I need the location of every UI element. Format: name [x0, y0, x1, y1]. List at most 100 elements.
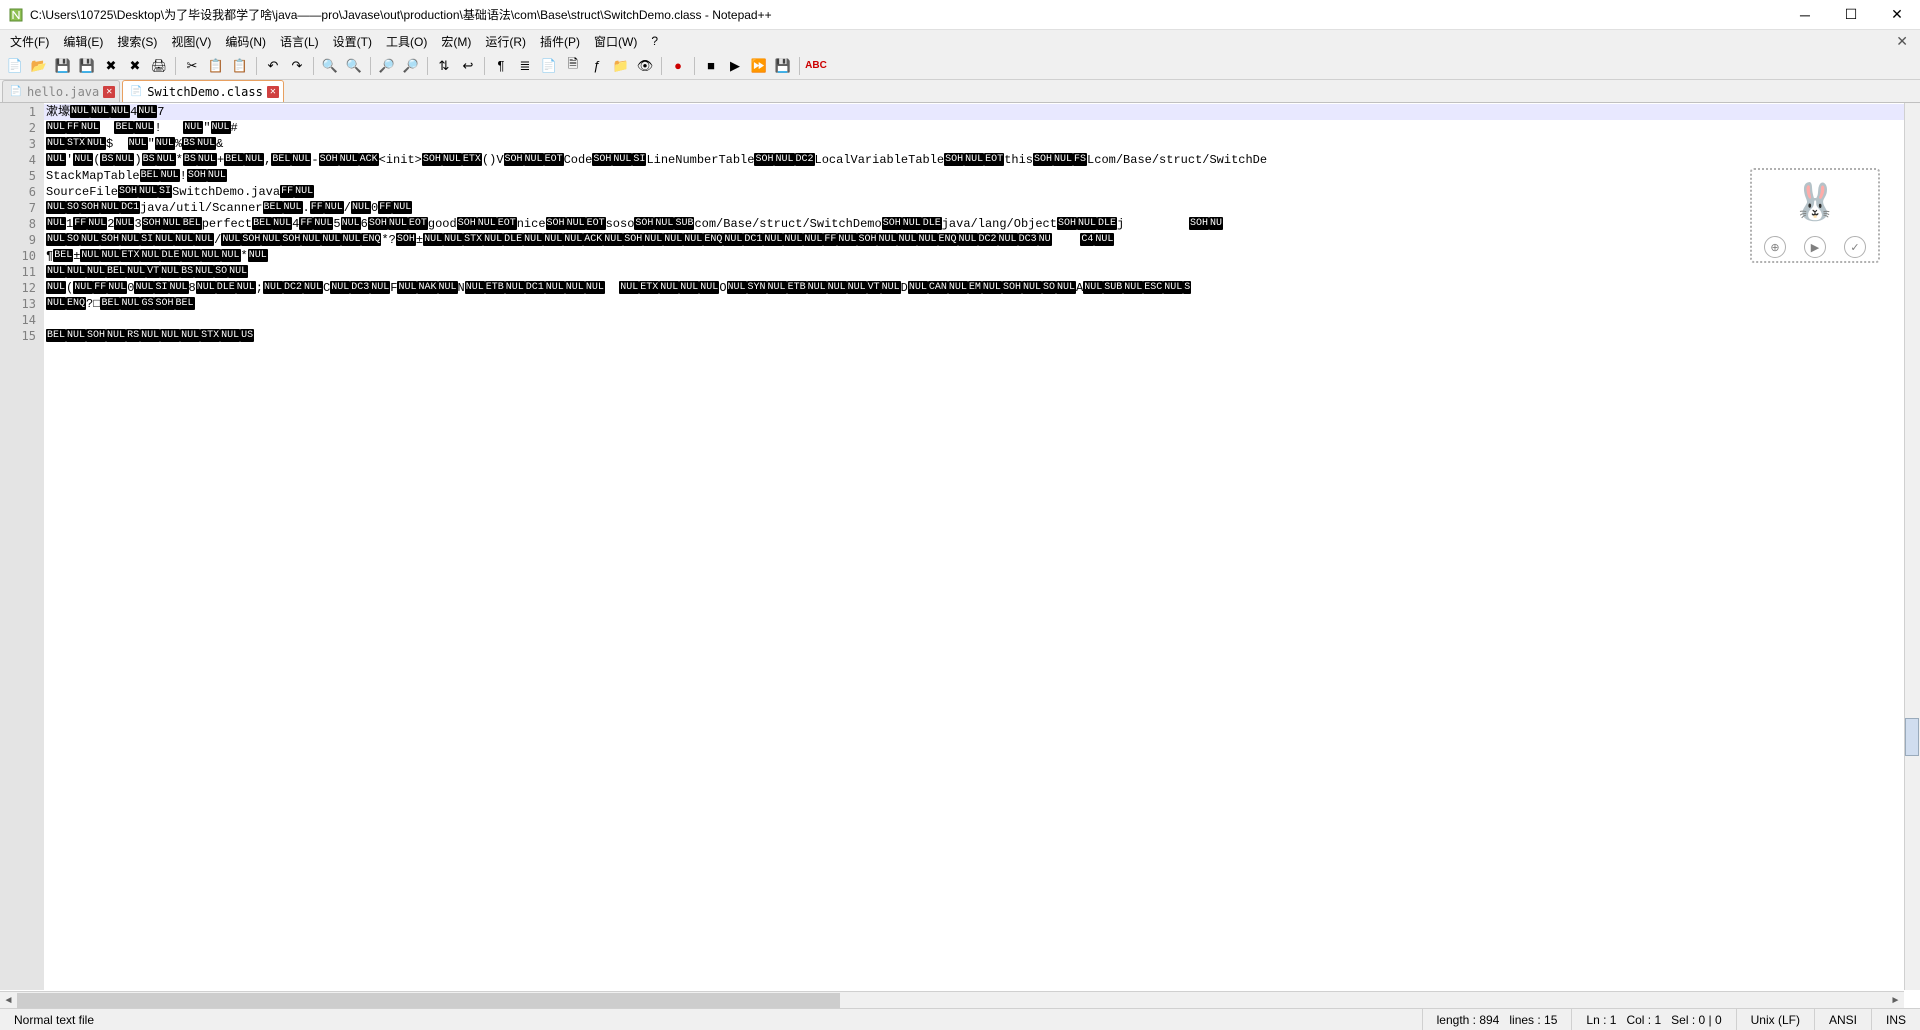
menu-item[interactable]: 语言(L) [274, 31, 325, 52]
menu-item[interactable]: 插件(P) [534, 31, 586, 52]
widget-target-icon[interactable]: ⊕ [1764, 236, 1786, 258]
menubar-close-icon[interactable]: ✕ [1888, 33, 1916, 50]
menu-item[interactable]: 文件(F) [4, 31, 55, 52]
toolbar-separator [256, 57, 257, 75]
menu-item[interactable]: 窗口(W) [588, 31, 643, 52]
find-icon[interactable]: 🔍 [319, 55, 341, 77]
code-line: NUL1FFNUL2NUL3SOHNULBELperfectBELNUL4FFN… [44, 216, 1920, 232]
code-line: NULENQ?□BELNULGSSOHBEL [44, 296, 1920, 312]
widget-play-icon[interactable]: ▶ [1804, 236, 1826, 258]
code-line: NULSONULSOHNULSINULNULNUL/NULSOHNULSOHNU… [44, 232, 1920, 248]
toolbar-separator [175, 57, 176, 75]
close-button[interactable]: ✕ [1874, 0, 1920, 30]
status-filetype: Normal text file [0, 1009, 1422, 1030]
toolbar-separator [370, 57, 371, 75]
zoom-in-icon[interactable]: 🔎 [376, 55, 398, 77]
menu-item[interactable]: ? [645, 32, 664, 50]
code-line: NULFFNUL BELNUL! NUL"NUL# [44, 120, 1920, 136]
cut-icon[interactable]: ✂ [181, 55, 203, 77]
hscroll-thumb[interactable] [17, 993, 840, 1008]
code-line [44, 312, 1920, 328]
save-macro-icon[interactable]: 💾 [772, 55, 794, 77]
spellcheck-icon[interactable]: ABC [805, 55, 827, 77]
menu-item[interactable]: 宏(M) [435, 31, 477, 52]
folder-icon[interactable]: 📁 [610, 55, 632, 77]
open-file-icon[interactable]: 📂 [28, 55, 50, 77]
toolbar-separator [427, 57, 428, 75]
vertical-scrollbar[interactable] [1904, 103, 1920, 990]
copy-icon[interactable]: 📋 [205, 55, 227, 77]
doc-map-icon[interactable]: 🗎 [562, 55, 584, 77]
stop-macro-icon[interactable]: ■ [700, 55, 722, 77]
hscroll-track[interactable] [17, 992, 1887, 1009]
code-line: BELNULSOHNULRSNULNULNULSTXNULUS [44, 328, 1920, 344]
statusbar: Normal text file length : 894 lines : 15… [0, 1008, 1920, 1030]
wordwrap-icon[interactable]: ↩ [457, 55, 479, 77]
code-line: StackMapTableBELNUL!SOHNUL [44, 168, 1920, 184]
monitor-icon[interactable]: 👁 [634, 55, 656, 77]
redo-icon[interactable]: ↷ [286, 55, 308, 77]
menubar: 文件(F)编辑(E)搜索(S)视图(V)编码(N)语言(L)设置(T)工具(O)… [0, 30, 1920, 52]
tab-label: hello.java [27, 85, 99, 99]
menu-item[interactable]: 设置(T) [327, 31, 378, 52]
line-gutter: 123456789101112131415 [0, 103, 44, 990]
play-macro-icon[interactable]: ▶ [724, 55, 746, 77]
toolbar-separator [799, 57, 800, 75]
sync-scroll-icon[interactable]: ⇅ [433, 55, 455, 77]
tab[interactable]: 📄hello.java✕ [2, 80, 120, 102]
record-macro-icon[interactable]: ● [667, 55, 689, 77]
horizontal-scrollbar[interactable]: ◄ ► [0, 991, 1904, 1008]
indent-guide-icon[interactable]: ≣ [514, 55, 536, 77]
menu-item[interactable]: 搜索(S) [111, 31, 163, 52]
widget-check-icon[interactable]: ✓ [1844, 236, 1866, 258]
tab[interactable]: 📄 SwitchDemo.class ✕ [122, 80, 284, 102]
toolbar-separator [313, 57, 314, 75]
status-position: Ln : 1 Col : 1 Sel : 0 | 0 [1571, 1009, 1735, 1030]
code-line: SourceFileSOHNULSISwitchDemo.javaFFNUL [44, 184, 1920, 200]
multi-play-icon[interactable]: ⏩ [748, 55, 770, 77]
user-lang-icon[interactable]: 📄 [538, 55, 560, 77]
status-mode: INS [1871, 1009, 1920, 1030]
titlebar: C:\Users\10725\Desktop\为了毕设我都学了啥\java——p… [0, 0, 1920, 30]
menu-item[interactable]: 编辑(E) [57, 31, 109, 52]
save-icon[interactable]: 💾 [52, 55, 74, 77]
func-list-icon[interactable]: ƒ [586, 55, 608, 77]
code-line: NUL'NUL(BSNUL)BSNUL*BSNUL+BELNUL,BELNUL-… [44, 152, 1920, 168]
tab-close-icon[interactable]: ✕ [267, 86, 279, 98]
status-eol: Unix (LF) [1736, 1009, 1814, 1030]
status-encoding: ANSI [1814, 1009, 1871, 1030]
code-line: 漱壕NULNULNUL4NUL7 [44, 104, 1920, 120]
toolbar-separator [661, 57, 662, 75]
code-area[interactable]: 漱壕NULNULNUL4NUL7NULFFNUL BELNUL! NUL"NUL… [44, 103, 1920, 990]
rabbit-icon: 🐰 [1752, 170, 1878, 233]
floating-widget[interactable]: 🐰 ⊕ ▶ ✓ [1750, 168, 1880, 263]
menu-item[interactable]: 编码(N) [219, 31, 272, 52]
new-file-icon[interactable]: 📄 [4, 55, 26, 77]
tab-label: SwitchDemo.class [147, 85, 263, 99]
hscroll-right-icon[interactable]: ► [1887, 992, 1904, 1009]
zoom-out-icon[interactable]: 🔎 [400, 55, 422, 77]
tab-close-icon[interactable]: ✕ [103, 86, 115, 98]
print-icon[interactable]: 🖨 [148, 55, 170, 77]
menu-item[interactable]: 视图(V) [165, 31, 217, 52]
minimize-button[interactable]: ─ [1782, 0, 1828, 30]
save-all-icon[interactable]: 💾 [76, 55, 98, 77]
menu-item[interactable]: 工具(O) [380, 31, 433, 52]
undo-icon[interactable]: ↶ [262, 55, 284, 77]
show-all-chars-icon[interactable]: ¶ [490, 55, 512, 77]
toolbar-separator [694, 57, 695, 75]
replace-icon[interactable]: 🔍 [343, 55, 365, 77]
hscroll-left-icon[interactable]: ◄ [0, 992, 17, 1009]
paste-icon[interactable]: 📋 [229, 55, 251, 77]
file-icon: 📄 [129, 85, 143, 99]
close-all-icon[interactable]: ✖ [124, 55, 146, 77]
editor: 123456789101112131415 漱壕NULNULNUL4NUL7NU… [0, 103, 1920, 990]
tabbar: 📄hello.java✕📄SwitchDemo.class✕ [0, 80, 1920, 103]
menu-item[interactable]: 运行(R) [479, 31, 532, 52]
maximize-button[interactable]: ☐ [1828, 0, 1874, 30]
close-file-icon[interactable]: ✖ [100, 55, 122, 77]
code-line: NULSTXNUL$ NUL"NUL%BSNUL& [44, 136, 1920, 152]
code-line: ¶BEL±NULNULETXNULDLENULNULNUL*NUL [44, 248, 1920, 264]
vscroll-thumb[interactable] [1905, 718, 1919, 756]
toolbar: 📄 📂 💾 💾 ✖ ✖ 🖨 ✂ 📋 📋 ↶ ↷ 🔍 🔍 🔎 🔎 ⇅ ↩ ¶ ≣ … [0, 52, 1920, 80]
